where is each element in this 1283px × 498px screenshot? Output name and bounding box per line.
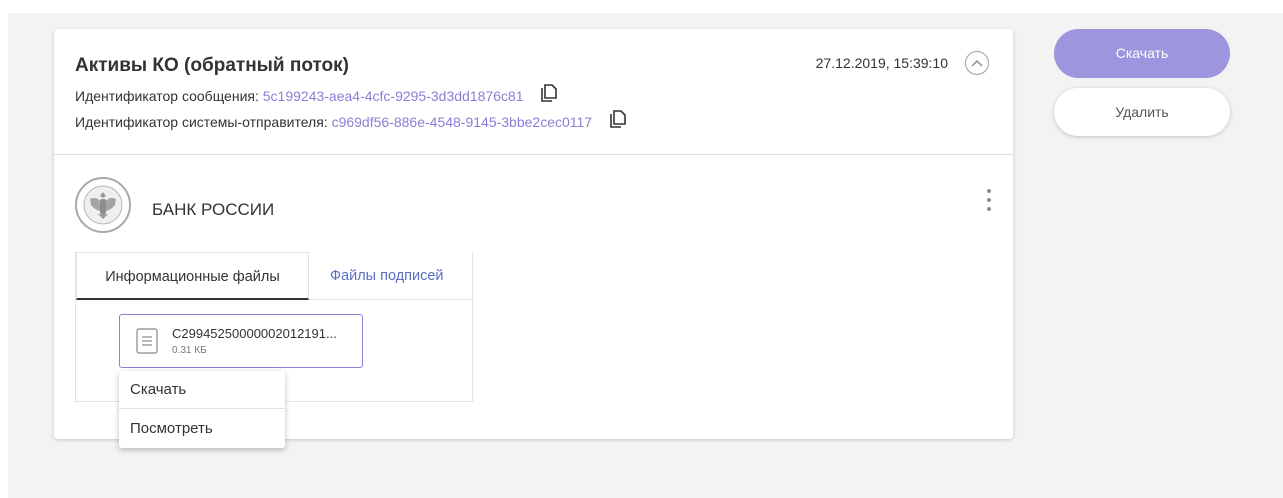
file-context-menu: Скачать Посмотреть: [119, 371, 285, 448]
copy-icon[interactable]: [541, 83, 558, 105]
context-menu-view[interactable]: Посмотреть: [119, 410, 285, 448]
delete-button[interactable]: Удалить: [1054, 88, 1230, 136]
message-id-label: Идентификатор сообщения:: [75, 88, 263, 104]
message-id-value: 5c199243-aea4-4cfc-9295-3d3dd1876c81: [262, 88, 524, 104]
bank-of-russia-emblem-icon: [75, 177, 131, 233]
message-id-row: Идентификатор сообщения: 5c199243-aea4-4…: [75, 83, 558, 105]
file-name: C29945250000002012191...: [172, 326, 337, 341]
copy-icon[interactable]: [610, 109, 626, 131]
sender-id-row: Идентификатор системы-отправителя: c969d…: [75, 109, 626, 131]
download-button[interactable]: Скачать: [1054, 29, 1230, 78]
tab-signature-files[interactable]: Файлы подписей: [330, 252, 444, 300]
tab-information-files[interactable]: Информационные файлы: [76, 252, 309, 300]
sender-id-value: c969df56-886e-4548-9145-3bbe2cec0117: [331, 114, 593, 130]
tab-bar: Информационные файлы Файлы подписей: [76, 252, 472, 300]
message-title: Активы КО (обратный поток): [75, 55, 349, 76]
file-size: 0.31 КБ: [172, 345, 207, 356]
message-timestamp: 27.12.2019, 15:39:10: [815, 55, 948, 71]
document-icon: [136, 328, 158, 359]
organization-row: БАНК РОССИИ: [75, 177, 1005, 239]
sender-id-label: Идентификатор системы-отправителя:: [75, 114, 332, 130]
card-header: Активы КО (обратный поток) Идентификатор…: [54, 29, 1013, 155]
more-options-icon[interactable]: [984, 189, 994, 215]
context-menu-download[interactable]: Скачать: [119, 371, 285, 409]
collapse-button[interactable]: [965, 51, 989, 75]
organization-name: БАНК РОССИИ: [152, 200, 275, 219]
file-item[interactable]: C29945250000002012191... 0.31 КБ: [119, 314, 363, 368]
chevron-up-icon: [971, 60, 983, 67]
